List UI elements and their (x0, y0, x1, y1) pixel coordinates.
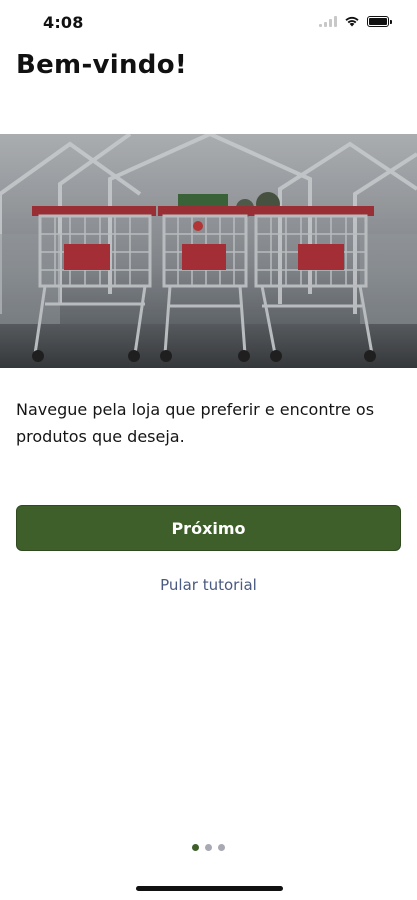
status-time: 4:08 (43, 13, 84, 32)
battery-icon (367, 15, 392, 27)
next-button[interactable]: Próximo (16, 505, 401, 551)
home-indicator[interactable] (136, 886, 283, 891)
status-icons (319, 15, 392, 27)
wifi-icon (345, 16, 359, 27)
skip-tutorial-link[interactable]: Pular tutorial (0, 576, 417, 594)
page-title: Bem-vindo! (16, 50, 188, 80)
page-dot-2[interactable] (205, 844, 212, 851)
page-indicator (0, 844, 417, 851)
signal-icon (319, 15, 337, 27)
page-dot-3[interactable] (218, 844, 225, 851)
onboarding-description: Navegue pela loja que preferir e encontr… (16, 400, 375, 446)
shopping-carts-image (0, 134, 417, 368)
status-bar: 4:08 (0, 0, 417, 44)
page-dot-1[interactable] (192, 844, 199, 851)
